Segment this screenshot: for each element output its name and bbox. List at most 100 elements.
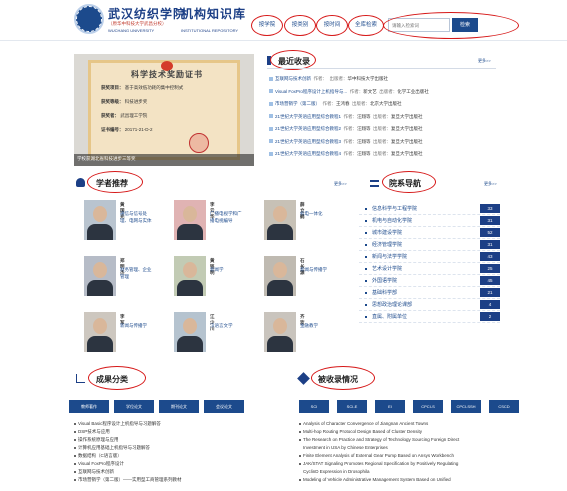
recent-item[interactable]: Visual FoxPro程序设计上机指导与... 作者：新文艺 出版者：化学工… — [269, 89, 497, 102]
department-name[interactable]: 城市建设学院 — [372, 230, 402, 236]
indexed-item[interactable]: Investment in USA by Chinese Enterprises — [299, 444, 521, 452]
department-item[interactable]: 外国语学院 45 — [359, 275, 500, 287]
indexed-item[interactable]: Finite Element Analysis of External Gear… — [299, 452, 521, 460]
department-item[interactable]: 新闻与法学学院 43 — [359, 251, 500, 263]
department-name[interactable]: 直属、附属单位 — [372, 314, 407, 320]
scholar-photo[interactable] — [84, 256, 116, 296]
indexed-title[interactable]: Analysis of Character Convergence of Jia… — [303, 421, 428, 426]
tab-sci[interactable]: SCI — [299, 400, 329, 413]
department-item[interactable]: 机电与自动化学院 31 — [359, 215, 500, 227]
scholar-photo[interactable] — [84, 312, 116, 352]
indexed-item[interactable]: CyclinD Expression in Drosophila — [299, 468, 521, 476]
scholar-photo[interactable] — [174, 312, 206, 352]
result-title[interactable]: Visual FoxPro程序设计 — [78, 461, 124, 466]
recent-item-title[interactable]: 市场营销学（第二版） — [275, 101, 320, 106]
result-item[interactable]: DSP技术与应用 — [74, 428, 274, 436]
result-item[interactable]: Visual Basic程序设计上机指导与习题解答 — [74, 420, 274, 428]
recent-item[interactable]: 21世纪大学英语应用型综合教程4 作者：汪翔等 出版者：复旦大学出版社 — [269, 151, 497, 164]
school-logo[interactable] — [74, 4, 104, 34]
department-name[interactable]: 外国语学院 — [372, 278, 397, 284]
scholar-photo[interactable] — [264, 256, 296, 296]
bullet-icon — [365, 267, 367, 270]
body-icon — [177, 336, 203, 352]
result-title[interactable]: Visual Basic程序设计上机指导与习题解答 — [78, 421, 161, 426]
recent-item-title[interactable]: 互联网与技术创新 — [275, 76, 311, 81]
scholar-photo[interactable] — [264, 312, 296, 352]
result-title[interactable]: DSP技术与应用 — [78, 429, 110, 434]
result-item[interactable]: 互联网与技术创新 — [74, 468, 274, 476]
bullet-icon — [365, 291, 367, 294]
result-item[interactable]: 计算机应用基础上机指导与习题解答 — [74, 444, 274, 452]
recent-item[interactable]: 21世纪大学英语应用型综合教程3 作者：汪翔等 出版者：复旦大学出版社 — [269, 139, 497, 152]
recent-item-title[interactable]: 21世纪大学英语应用型综合教程3 — [275, 139, 341, 144]
department-name[interactable]: 基础科学部 — [372, 290, 397, 296]
tab-sci-e[interactable]: SCI-E — [337, 400, 367, 413]
department-item[interactable]: 直属、附属单位 2 — [359, 311, 500, 323]
result-item[interactable]: 操作系统原理与应用 — [74, 436, 274, 444]
indexed-item[interactable]: The Research on Practice and Strategy of… — [299, 436, 521, 444]
indexed-title[interactable]: CyclinD Expression in Drosophila — [303, 469, 370, 474]
tab-theses[interactable]: 学位论文 — [114, 400, 154, 413]
departments-more-link[interactable]: 更多>> — [484, 181, 497, 187]
indexed-item[interactable]: Analysis of Character Convergence of Jia… — [299, 420, 521, 428]
certificate-banner[interactable]: 科学技术奖励证书 获奖项目： 基于高效低功耗的集中控制式 获奖等级： 科技进步奖… — [74, 54, 254, 166]
result-item[interactable]: 市场营销学（第二版）——实用型工商管理系列教材 — [74, 476, 274, 484]
department-item[interactable]: 基础科学部 21 — [359, 287, 500, 299]
department-name[interactable]: 新闻与法学学院 — [372, 254, 407, 260]
result-title[interactable]: 计算机应用基础上机指导与习题解答 — [78, 445, 150, 450]
tab-cpci-ssh[interactable]: CPCI-SSH — [451, 400, 481, 413]
department-name[interactable]: 机电与自动化学院 — [372, 218, 412, 224]
recent-item[interactable]: 互联网与技术创新 作者： 出版者：华中科技大学出版社 — [269, 76, 497, 89]
result-item[interactable]: Visual FoxPro程序设计 — [74, 460, 274, 468]
tab-cpci-s[interactable]: CPCI-S — [413, 400, 443, 413]
scholar-photo[interactable] — [264, 200, 296, 240]
tab-ei[interactable]: EI — [375, 400, 405, 413]
department-name[interactable]: 信息科学与工程学院 — [372, 206, 417, 212]
scholar-photo[interactable] — [174, 256, 206, 296]
recent-item-title[interactable]: 21世纪大学英语应用型综合教程2 — [275, 126, 341, 131]
department-name[interactable]: 经济管理学院 — [372, 242, 402, 248]
indexed-title[interactable]: JAK/STAT Signaling Promotes Regional Spe… — [303, 461, 458, 466]
scholar-field: 金融教学 — [300, 323, 318, 328]
department-item[interactable]: 城市建设学院 52 — [359, 227, 500, 239]
recent-item-title[interactable]: 21世纪大学英语应用型综合教程4 — [275, 151, 341, 156]
result-title[interactable]: 数据结构（C语言版） — [78, 453, 122, 458]
recent-item[interactable]: 21世纪大学英语应用型综合教程2 作者：汪翔等 出版者：复旦大学出版社 — [269, 126, 497, 139]
recent-item[interactable]: 21世纪大学英语应用型综合教程1 作者：汪翔等 出版者：复旦大学出版社 — [269, 114, 497, 127]
department-item[interactable]: 思想政治理论课部 4 — [359, 299, 500, 311]
author-value: 汪翔等 — [357, 138, 371, 144]
department-item[interactable]: 信息科学与工程学院 33 — [359, 203, 500, 215]
indexed-title[interactable]: Modeling of Vehicle Administrative Manag… — [303, 477, 451, 482]
body-icon — [177, 280, 203, 296]
recent-item[interactable]: 市场营销学（第二版） 作者：王鸿春 出版者：北京大学出版社 — [269, 101, 497, 114]
indexed-item[interactable]: JAK/STAT Signaling Promotes Regional Spe… — [299, 460, 521, 468]
bullet-icon — [365, 315, 367, 318]
recent-item-title[interactable]: Visual FoxPro程序设计上机指导与... — [275, 89, 347, 94]
recent-more-link[interactable]: 更多>> — [478, 58, 491, 64]
result-item[interactable]: 数据结构（C语言版） — [74, 452, 274, 460]
tab-cscd[interactable]: CSCD — [489, 400, 519, 413]
tab-conference-papers[interactable]: 会议论文 — [204, 400, 244, 413]
recent-item-title[interactable]: 21世纪大学英语应用型综合教程1 — [275, 114, 341, 119]
indexed-title[interactable]: Finite Element Analysis of External Gear… — [303, 453, 454, 458]
scholars-more-link[interactable]: 更多>> — [334, 181, 347, 187]
result-title[interactable]: 市场营销学（第二版）——实用型工商管理系列教材 — [78, 477, 182, 482]
result-title[interactable]: 互联网与技术创新 — [78, 469, 114, 474]
indexed-item[interactable]: Multi-hop Routing Protocol Design Based … — [299, 428, 521, 436]
tab-teacher-works[interactable]: 教师著作 — [69, 400, 109, 413]
scholar-photo[interactable] — [84, 200, 116, 240]
indexed-title[interactable]: Investment in USA by Chinese Enterprises — [303, 445, 388, 450]
indexed-title[interactable]: Multi-hop Routing Protocol Design Based … — [303, 429, 422, 434]
department-item[interactable]: 艺术设计学院 25 — [359, 263, 500, 275]
face-icon — [273, 318, 287, 334]
indexed-title[interactable]: The Research on Practice and Strategy of… — [303, 437, 459, 442]
tab-journal-papers[interactable]: 期刊论文 — [159, 400, 199, 413]
result-title[interactable]: 操作系统原理与应用 — [78, 437, 119, 442]
bullet-icon — [74, 454, 76, 457]
banner-caption[interactable]: 学校获湖北省科技进步三等奖 — [77, 156, 136, 162]
department-name[interactable]: 思想政治理论课部 — [372, 302, 412, 308]
indexed-item[interactable]: Modeling of Vehicle Administrative Manag… — [299, 476, 521, 484]
department-name[interactable]: 艺术设计学院 — [372, 266, 402, 272]
scholar-photo[interactable] — [174, 200, 206, 240]
department-item[interactable]: 经济管理学院 31 — [359, 239, 500, 251]
